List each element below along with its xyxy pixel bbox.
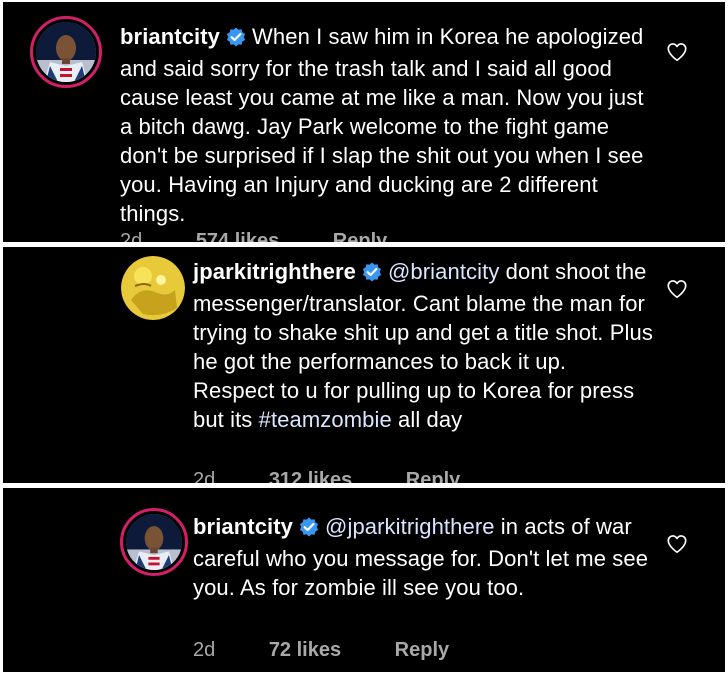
comment-panel-3: briantcity @jparkitrighthere in acts of w… <box>3 488 725 672</box>
verified-badge-icon <box>362 260 382 289</box>
comment-text-after: all day <box>391 407 463 432</box>
comment-time: 2d <box>120 230 143 242</box>
comment-panel-1: briantcity When I saw him in Korea he apo… <box>3 2 725 242</box>
avatar-image <box>121 256 185 320</box>
reply-button[interactable]: Reply <box>406 469 460 483</box>
comment-body: jparkitrighthere @briantcity dont shoot t… <box>193 257 653 434</box>
comment-meta: 2d 72 likes Reply <box>193 639 497 662</box>
comment-body: briantcity @jparkitrighthere in acts of w… <box>193 512 663 602</box>
comment-time: 2d <box>193 639 216 661</box>
heart-outline-icon[interactable] <box>666 278 688 300</box>
comment-likes[interactable]: 574 likes <box>196 230 279 242</box>
heart-outline-icon[interactable] <box>666 533 688 555</box>
mention-link[interactable]: @briantcity <box>388 259 499 284</box>
comment-meta: 2d 312 likes Reply <box>193 469 508 483</box>
heart-outline-icon[interactable] <box>666 41 688 63</box>
mention-link[interactable]: @jparkitrighthere <box>325 514 495 539</box>
hashtag-link[interactable]: #teamzombie <box>259 407 392 432</box>
comment-likes[interactable]: 72 likes <box>269 639 341 661</box>
avatar-briantcity[interactable] <box>30 16 102 88</box>
avatar-image <box>36 22 96 82</box>
avatar-jparkitrighthere[interactable] <box>121 256 185 320</box>
comment-likes[interactable]: 312 likes <box>269 469 352 483</box>
comment-time: 2d <box>193 469 216 483</box>
comment-text: When I saw him in Korea he apologized an… <box>120 24 644 226</box>
comment-panel-2: jparkitrighthere @briantcity dont shoot t… <box>3 247 725 483</box>
comment-username[interactable]: jparkitrighthere <box>193 259 356 284</box>
comment-body: briantcity When I saw him in Korea he apo… <box>120 22 660 228</box>
avatar-image <box>126 514 182 570</box>
avatar-briantcity[interactable] <box>120 508 188 576</box>
comment-meta: 2d 574 likes Reply <box>120 230 435 242</box>
reply-button[interactable]: Reply <box>333 230 387 242</box>
verified-badge-icon <box>226 25 246 54</box>
verified-badge-icon <box>299 515 319 544</box>
comment-username[interactable]: briantcity <box>193 514 293 539</box>
comment-username[interactable]: briantcity <box>120 24 220 49</box>
reply-button[interactable]: Reply <box>395 639 449 661</box>
